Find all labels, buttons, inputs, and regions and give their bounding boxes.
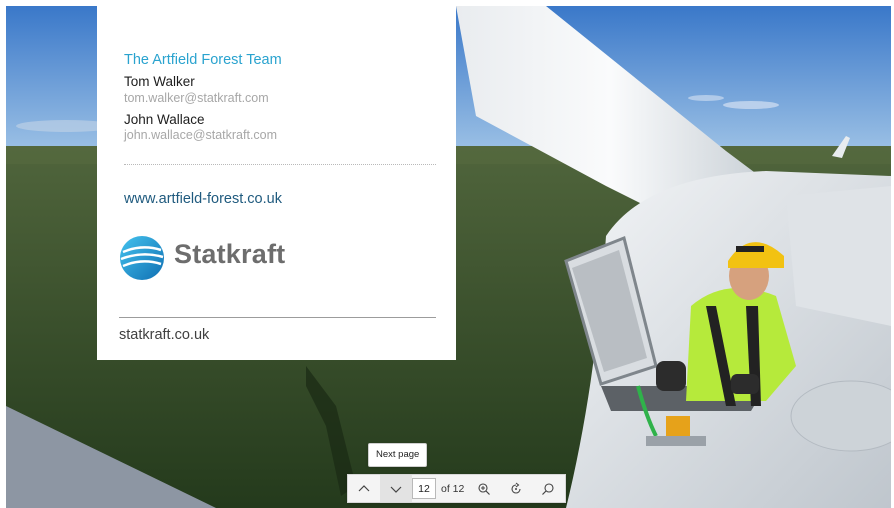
search-button[interactable]	[532, 475, 564, 502]
team-title: The Artfield Forest Team	[124, 52, 282, 68]
search-icon	[542, 482, 554, 495]
next-page-button[interactable]	[380, 475, 412, 502]
page-count-label: of 12	[441, 482, 465, 495]
footer-url-link[interactable]: statkraft.co.uk	[119, 327, 209, 343]
previous-page-button[interactable]	[348, 475, 380, 502]
statkraft-logo-mark-icon	[120, 236, 164, 280]
page-toolbar: of 12	[347, 474, 566, 503]
contact-name: John Wallace	[124, 112, 205, 127]
contact-email[interactable]: john.wallace@statkraft.com	[124, 128, 277, 142]
zoom-in-icon	[478, 482, 491, 495]
contact-card: The Artfield Forest Team Tom Walker tom.…	[97, 6, 456, 360]
website-link[interactable]: www.artfield-forest.co.uk	[124, 191, 282, 207]
rotate-icon	[511, 482, 521, 494]
contact-name: Tom Walker	[124, 74, 195, 89]
zoom-in-button[interactable]	[468, 475, 500, 502]
contact-email[interactable]: tom.walker@statkraft.com	[124, 91, 269, 105]
page-number-input[interactable]	[412, 478, 436, 499]
logo-text: Statkraft	[174, 239, 286, 269]
rotate-button[interactable]	[500, 475, 532, 502]
solid-divider	[119, 317, 436, 318]
pdf-viewer: The Artfield Forest Team Tom Walker tom.…	[0, 0, 894, 508]
dotted-divider	[124, 164, 436, 165]
chevron-down-icon	[390, 486, 402, 493]
chevron-up-icon	[358, 484, 370, 491]
next-page-tooltip: Next page	[368, 443, 428, 467]
statkraft-logo: Statkraft	[119, 235, 299, 285]
